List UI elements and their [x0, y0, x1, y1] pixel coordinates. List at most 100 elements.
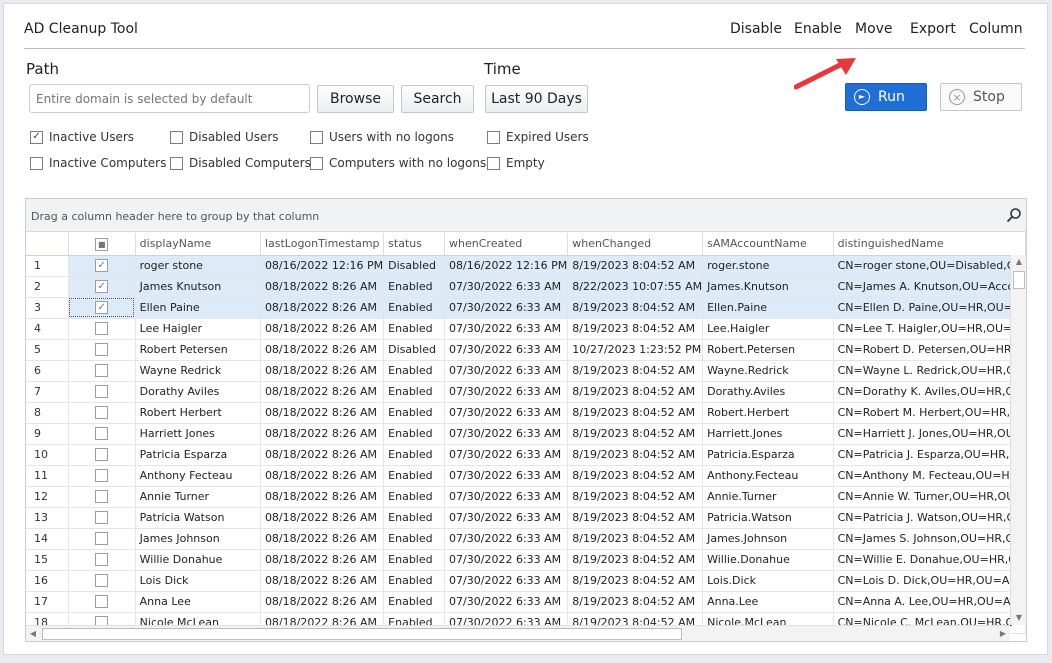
table-row[interactable]: 17 Anna Lee 08/18/2022 8:26 AM Enabled 07/30…	[26, 591, 1026, 613]
row-select-cell[interactable]	[68, 339, 136, 361]
row-select-cell[interactable]	[68, 423, 136, 445]
horizontal-scroll-thumb[interactable]	[42, 628, 682, 640]
row-select-cell[interactable]	[68, 486, 136, 508]
table-row[interactable]: 11 Anthony Fecteau 08/18/2022 8:26 AM Enabl…	[26, 465, 1026, 487]
filter-disabled-computers[interactable]: Disabled Computers	[170, 156, 311, 170]
table-row[interactable]: 8 Robert Herbert 08/18/2022 8:26 AM Enabled…	[26, 402, 1026, 424]
menu-move[interactable]: Move	[855, 21, 893, 37]
row-select-cell[interactable]	[68, 591, 136, 613]
checkbox-icon[interactable]	[95, 385, 109, 399]
row-select-cell[interactable]: ✓	[68, 297, 136, 319]
row-number: 10	[26, 444, 69, 466]
row-select-cell[interactable]: ✓	[68, 255, 136, 277]
vertical-scroll-thumb[interactable]	[1013, 271, 1025, 289]
menu-enable[interactable]: Enable	[794, 21, 842, 37]
filter-computers-no-logons[interactable]: Computers with no logons	[310, 156, 486, 170]
table-row[interactable]: 7 Dorathy Aviles 08/18/2022 8:26 AM Enabled…	[26, 381, 1026, 403]
cell-whencreated: 07/30/2022 6:33 AM	[444, 570, 569, 592]
checkbox-icon[interactable]	[95, 406, 109, 420]
search-icon[interactable]	[1006, 207, 1022, 223]
column-header-status[interactable]: status	[383, 233, 446, 256]
horizontal-scrollbar[interactable]: ◀ ▶	[26, 625, 1010, 641]
time-range-select[interactable]: Last 90 Days	[485, 85, 588, 113]
table-row[interactable]: 10 Patricia Esparza 08/18/2022 8:26 AM Enab…	[26, 444, 1026, 466]
cell-displayname: Dorathy Aviles	[135, 381, 261, 403]
stop-button[interactable]: × Stop	[940, 83, 1022, 111]
table-row[interactable]: 2 ✓ James Knutson 08/18/2022 8:26 AM Enabled…	[26, 276, 1026, 298]
table-row[interactable]: 9 Harriett Jones 08/18/2022 8:26 AM Enabled…	[26, 423, 1026, 445]
checkbox-icon[interactable]	[95, 511, 109, 525]
menu-column[interactable]: Column	[969, 21, 1023, 37]
search-button[interactable]: Search	[401, 85, 474, 113]
checkbox-icon[interactable]	[95, 322, 109, 336]
filter-inactive-users[interactable]: ✓ Inactive Users	[30, 130, 134, 144]
checkbox-icon[interactable]	[95, 595, 109, 609]
browse-button[interactable]: Browse	[317, 85, 394, 113]
filter-inactive-computers[interactable]: Inactive Computers	[30, 156, 166, 170]
select-all-checkbox-icon[interactable]: ■	[95, 237, 109, 251]
row-select-cell[interactable]	[68, 402, 136, 424]
checkbox-icon[interactable]	[487, 156, 500, 170]
checkbox-icon[interactable]	[95, 574, 109, 588]
row-select-cell[interactable]	[68, 360, 136, 382]
row-select-cell[interactable]: ✓	[68, 276, 136, 298]
checkbox-icon[interactable]	[487, 130, 500, 144]
scroll-right-icon[interactable]: ▶	[996, 626, 1010, 641]
checkbox-checked-icon[interactable]: ✓	[95, 280, 109, 294]
table-row[interactable]: 1 ✓ roger stone 08/16/2022 12:16 PM Disabled…	[26, 255, 1026, 277]
table-row[interactable]: 12 Annie Turner 08/18/2022 8:26 AM Enabled 0…	[26, 486, 1026, 508]
column-header-whenchanged[interactable]: whenChanged	[567, 233, 704, 256]
filter-users-no-logons[interactable]: Users with no logons	[310, 130, 454, 144]
table-row[interactable]: 16 Lois Dick 08/18/2022 8:26 AM Enabled 07/3…	[26, 570, 1026, 592]
checkbox-icon[interactable]	[95, 553, 109, 567]
row-select-cell[interactable]	[68, 444, 136, 466]
checkbox-icon[interactable]	[95, 364, 109, 378]
table-row[interactable]: 5 Robert Petersen 08/18/2022 8:26 AM Disabl…	[26, 339, 1026, 361]
scroll-up-icon[interactable]: ▲	[1011, 255, 1026, 269]
menu-export[interactable]: Export	[910, 21, 956, 37]
column-header-whencreated[interactable]: whenCreated	[444, 233, 569, 256]
table-row[interactable]: 13 Patricia Watson 08/18/2022 8:26 AM Enabl…	[26, 507, 1026, 529]
table-row[interactable]: 6 Wayne Redrick 08/18/2022 8:26 AM Enabled 0…	[26, 360, 1026, 382]
row-select-cell[interactable]	[68, 381, 136, 403]
checkbox-icon[interactable]	[310, 156, 323, 170]
checkbox-icon[interactable]	[30, 156, 43, 170]
table-row[interactable]: 3 ✓ Ellen Paine 08/18/2022 8:26 AM Enabled 07…	[26, 297, 1026, 319]
column-header-samaccountname[interactable]: sAMAccountName	[702, 233, 834, 256]
table-row[interactable]: 15 Willie Donahue 08/18/2022 8:26 AM Enable…	[26, 549, 1026, 571]
scroll-down-icon[interactable]: ▼	[1011, 611, 1026, 625]
row-select-cell[interactable]	[68, 549, 136, 571]
column-header-lastlogontimestamp[interactable]: lastLogonTimestamp	[260, 233, 385, 256]
filter-expired-users[interactable]: Expired Users	[487, 130, 589, 144]
row-select-cell[interactable]	[68, 318, 136, 340]
checkbox-icon[interactable]	[170, 130, 183, 144]
checkbox-checked-icon[interactable]: ✓	[30, 130, 43, 144]
row-select-cell[interactable]	[68, 528, 136, 550]
column-header-distinguishedname[interactable]: distinguishedName	[833, 233, 1026, 256]
filter-empty[interactable]: Empty	[487, 156, 545, 170]
row-select-cell[interactable]	[68, 570, 136, 592]
path-input[interactable]	[29, 84, 310, 113]
checkbox-icon[interactable]	[95, 469, 109, 483]
vertical-scrollbar[interactable]: ▲ ▼	[1010, 255, 1026, 625]
checkbox-icon[interactable]	[95, 490, 109, 504]
scroll-left-icon[interactable]: ◀	[26, 626, 40, 641]
filter-disabled-users[interactable]: Disabled Users	[170, 130, 279, 144]
checkbox-icon[interactable]	[95, 427, 109, 441]
checkbox-icon[interactable]	[170, 156, 183, 170]
checkbox-icon[interactable]	[95, 448, 109, 462]
table-row[interactable]: 4 Lee Haigler 08/18/2022 8:26 AM Enabled 07/…	[26, 318, 1026, 340]
checkbox-icon[interactable]	[310, 130, 323, 144]
row-select-cell[interactable]	[68, 507, 136, 529]
select-all-header[interactable]: ■	[68, 233, 136, 256]
table-row[interactable]: 14 James Johnson 08/18/2022 8:26 AM Enabled…	[26, 528, 1026, 550]
checkbox-icon[interactable]	[95, 343, 109, 357]
checkbox-icon[interactable]	[95, 532, 109, 546]
checkbox-checked-icon[interactable]: ✓	[95, 301, 109, 315]
column-header-displayname[interactable]: displayName	[135, 233, 261, 256]
checkbox-checked-icon[interactable]: ✓	[95, 259, 109, 273]
menu-disable[interactable]: Disable	[730, 21, 782, 37]
row-select-cell[interactable]	[68, 465, 136, 487]
run-button[interactable]: ► Run	[845, 83, 927, 111]
group-by-panel[interactable]: Drag a column header here to group by th…	[26, 199, 1026, 232]
